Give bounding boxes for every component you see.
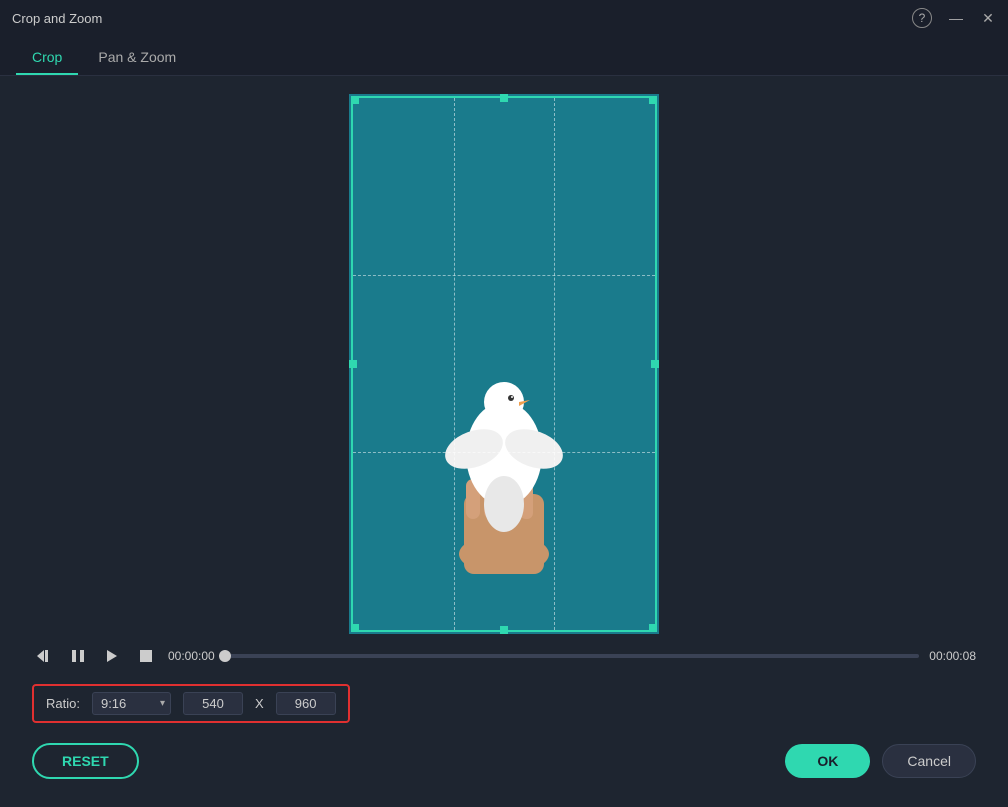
skip-back-button[interactable] <box>32 644 56 668</box>
ratio-select-wrapper: 9:16 16:9 4:3 1:1 Custom <box>92 692 171 715</box>
height-input[interactable] <box>276 692 336 715</box>
frame-stop-button[interactable] <box>134 644 158 668</box>
tab-pan-zoom[interactable]: Pan & Zoom <box>82 41 192 75</box>
help-button[interactable]: ? <box>912 8 932 28</box>
video-canvas[interactable] <box>349 94 659 634</box>
bird-illustration <box>404 294 604 594</box>
minimize-button[interactable]: — <box>948 10 964 26</box>
title-bar: Crop and Zoom ? — ✕ <box>0 0 1008 36</box>
window-title: Crop and Zoom <box>12 11 102 26</box>
main-content: 00:00:00 00:00:08 Ratio: 9:16 16:9 4:3 1… <box>0 76 1008 807</box>
cancel-button[interactable]: Cancel <box>882 744 976 778</box>
seek-thumb[interactable] <box>219 650 231 662</box>
video-frame <box>349 94 659 634</box>
title-bar-left: Crop and Zoom <box>12 11 102 26</box>
bottom-bar: RESET OK Cancel <box>16 731 992 791</box>
ratio-bar: Ratio: 9:16 16:9 4:3 1:1 Custom X <box>16 676 992 731</box>
ratio-select[interactable]: 9:16 16:9 4:3 1:1 Custom <box>92 692 171 715</box>
stop-button[interactable] <box>100 644 124 668</box>
ratio-row: Ratio: 9:16 16:9 4:3 1:1 Custom X <box>32 684 350 723</box>
title-bar-controls: ? — ✕ <box>912 8 996 28</box>
reset-button[interactable]: RESET <box>32 743 139 779</box>
close-button[interactable]: ✕ <box>980 10 996 26</box>
tab-crop[interactable]: Crop <box>16 41 78 75</box>
seek-bar[interactable] <box>225 654 920 658</box>
bottom-right-buttons: OK Cancel <box>785 744 976 778</box>
ratio-label: Ratio: <box>46 696 80 711</box>
playback-bar: 00:00:00 00:00:08 <box>16 636 992 676</box>
play-pause-button[interactable] <box>66 644 90 668</box>
video-area <box>16 92 992 636</box>
x-separator: X <box>255 696 264 711</box>
width-input[interactable] <box>183 692 243 715</box>
ok-button[interactable]: OK <box>785 744 870 778</box>
time-total: 00:00:08 <box>929 649 976 663</box>
time-current: 00:00:00 <box>168 649 215 663</box>
tab-bar: Crop Pan & Zoom <box>0 36 1008 76</box>
crop-zoom-window: Crop and Zoom ? — ✕ Crop Pan & Zoom <box>0 0 1008 807</box>
